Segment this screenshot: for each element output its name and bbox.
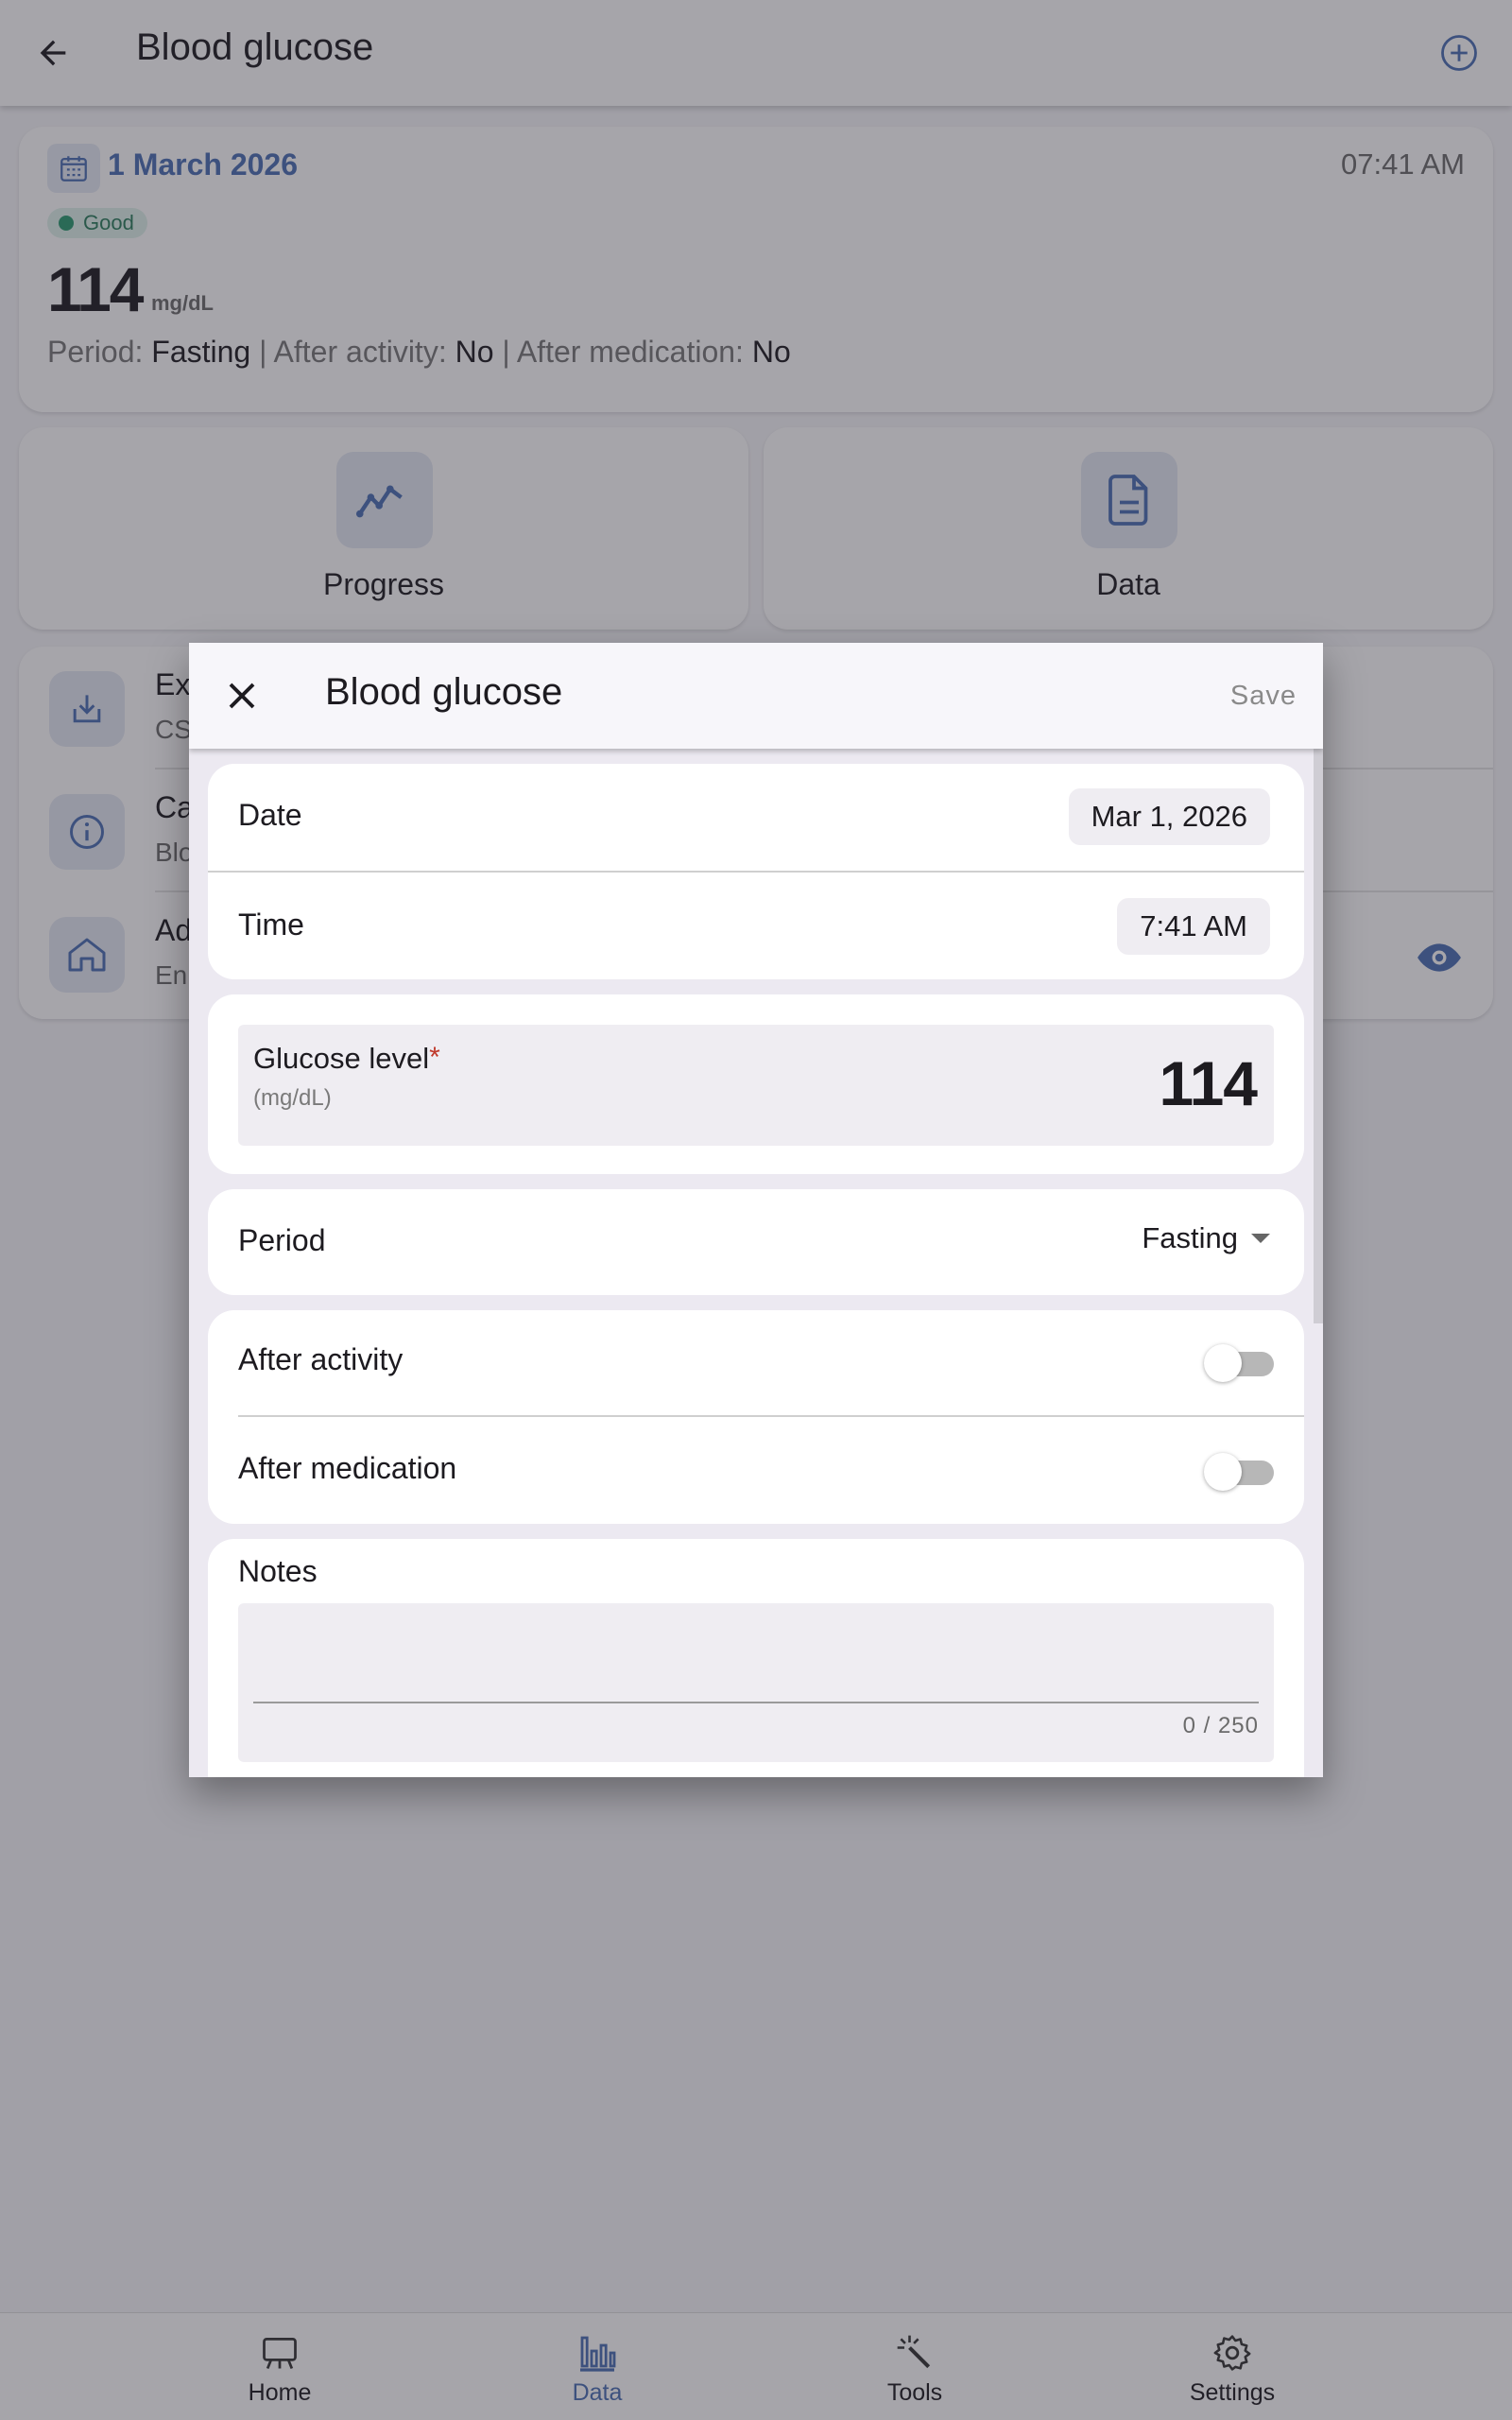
glucose-level-label: Glucose level*	[253, 1042, 440, 1076]
dialog-title: Blood glucose	[325, 671, 563, 713]
glucose-level-field[interactable]: Glucose level* (mg/dL) 114	[238, 1025, 1274, 1146]
after-medication-label: After medication	[238, 1451, 457, 1485]
notes-textarea[interactable]: 0 / 250	[238, 1603, 1274, 1762]
chevron-down-icon	[1251, 1234, 1270, 1243]
after-activity-switch[interactable]	[1204, 1344, 1274, 1382]
after-medication-switch[interactable]	[1204, 1453, 1274, 1491]
required-mark: *	[429, 1042, 440, 1073]
blood-glucose-dialog: Blood glucose Save Date Mar 1, 2026 Time…	[189, 643, 1323, 1777]
close-icon[interactable]	[219, 673, 265, 718]
glucose-level-input[interactable]: 114	[1160, 1047, 1258, 1119]
dialog-scrollbar[interactable]	[1314, 749, 1323, 1323]
after-activity-label: After activity	[238, 1342, 404, 1376]
time-label: Time	[238, 908, 304, 942]
period-dropdown[interactable]: Fasting	[1142, 1221, 1270, 1255]
dialog-header: Blood glucose Save	[189, 643, 1323, 749]
divider	[238, 1415, 1304, 1417]
divider	[208, 871, 1304, 873]
date-label: Date	[238, 798, 302, 832]
period-selected-value: Fasting	[1142, 1221, 1238, 1254]
switch-knob	[1204, 1453, 1242, 1491]
notes-character-counter: 0 / 250	[1182, 1713, 1259, 1738]
glucose-section: Glucose level* (mg/dL) 114	[208, 994, 1304, 1174]
notes-section: Notes 0 / 250	[208, 1539, 1304, 1777]
toggles-section: After activity After medication	[208, 1310, 1304, 1524]
save-button[interactable]: Save	[1230, 681, 1297, 712]
notes-label: Notes	[238, 1554, 318, 1588]
period-label: Period	[238, 1223, 326, 1257]
date-time-section: Date Mar 1, 2026 Time 7:41 AM	[208, 764, 1304, 979]
notes-underline	[253, 1702, 1259, 1703]
glucose-level-text: Glucose level	[253, 1042, 430, 1075]
period-section: Period Fasting	[208, 1189, 1304, 1295]
time-picker-button[interactable]: 7:41 AM	[1117, 898, 1270, 955]
switch-knob	[1204, 1344, 1242, 1382]
glucose-unit: (mg/dL)	[253, 1085, 332, 1111]
date-picker-button[interactable]: Mar 1, 2026	[1068, 788, 1270, 845]
